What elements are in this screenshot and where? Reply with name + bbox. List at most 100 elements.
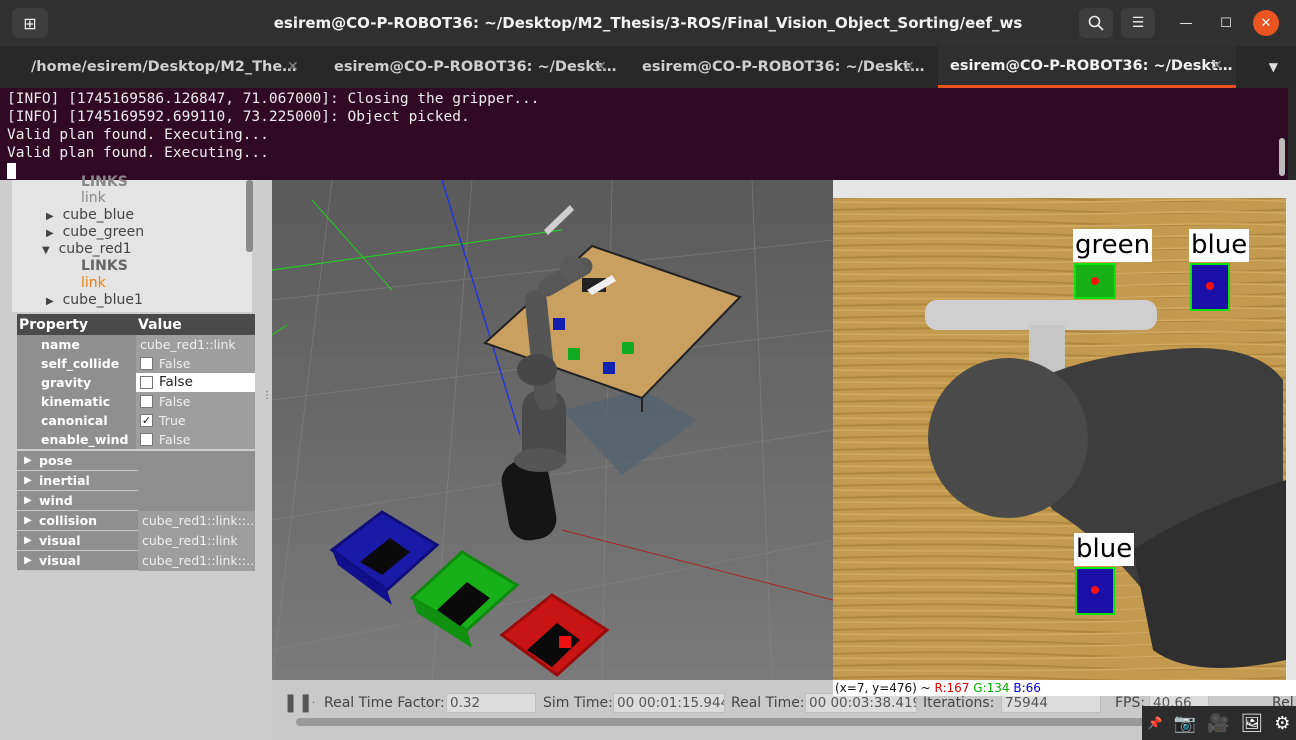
screenshot-icon[interactable]: 📷 [1174,713,1196,734]
real-time-value: 00 00:03:38.419 [805,693,917,713]
prop-row-kinematic: kinematic False [17,391,255,411]
enable-wind-checkbox[interactable] [140,432,153,446]
hamburger-icon: ☰ [1131,15,1145,31]
prop-group-wind[interactable]: ▶ wind [17,490,255,511]
prop-group-visual[interactable]: ▶ visual cube_red1::link::… [17,550,255,571]
prop-key: kinematic [17,391,136,411]
detection-label-blue: blue [1074,533,1135,566]
properties-header: Property Value [17,314,255,335]
group-key: collision [39,513,98,528]
tab-4-active[interactable]: esirem@CO-P-ROBOT36: ~/Deskt… ✕ [938,46,1236,88]
tab-close-icon[interactable]: ✕ [1211,58,1223,74]
gazebo-3d-viewport[interactable] [272,180,833,680]
prop-value-text: False [159,355,191,371]
image-icon[interactable]: 🖼 [1240,713,1263,734]
tab-label: esirem@CO-P-ROBOT36: ~/Deskt… [334,59,617,75]
property-col-header: Property [19,316,89,333]
step-dot: . [312,695,316,706]
kinematic-checkbox[interactable] [140,394,153,408]
camera-image-view[interactable]: green blue blue [833,180,1296,680]
pause-icon[interactable]: ❚❚ [283,692,313,713]
prop-value: False [136,372,255,392]
minimize-button[interactable]: — [1173,10,1199,36]
prop-key: canonical [17,410,136,430]
rtf-value: 0.32 [446,693,536,713]
group-key: visual [39,533,81,548]
terminal-line: [INFO] [1745169592.699110, 73.225000]: O… [7,109,470,125]
new-tab-button[interactable]: ⊞ [12,8,48,38]
expand-arrow-icon: ▶ [46,211,54,222]
tab-3[interactable]: esirem@CO-P-ROBOT36: ~/Deskt… ✕ [626,46,938,88]
prop-key: gravity [17,372,136,392]
settings-icon[interactable]: ⚙ [1274,713,1290,734]
real-time-label: Real Time: [731,695,805,711]
expand-arrow-icon: ▶ [24,515,32,526]
pixel-sep: ~ [916,681,935,695]
minimize-icon: — [1179,15,1193,31]
terminal-line: [INFO] [1745169586.126847, 71.067000]: C… [7,91,540,107]
prop-row-self-collide: self_collide False [17,353,255,373]
prop-value-text: False [159,431,191,447]
group-key: inertial [39,473,90,488]
prop-row-gravity: gravity False [17,372,255,392]
prop-group-pose[interactable]: ▶ pose [17,450,255,471]
tab-close-icon[interactable]: ✕ [287,59,299,75]
expand-arrow-icon: ▶ [24,495,32,506]
tree-item-links[interactable]: LINKS [81,258,128,275]
expand-arrow-icon: ▶ [24,555,32,566]
prop-value-text: False [159,373,193,390]
tab-close-icon[interactable]: ✕ [595,59,607,75]
detection-label-blue: blue [1189,229,1250,262]
video-icon[interactable]: 🎥 [1207,713,1229,734]
prop-value: ✓ True [136,410,255,430]
new-tab-icon: ⊞ [23,13,37,33]
tab-2[interactable]: esirem@CO-P-ROBOT36: ~/Deskt… ✕ [314,46,626,88]
model-tree: LINKS link ▶ cube_blue ▶ cube_green ▼ cu… [12,174,252,312]
tree-item-cube-red1[interactable]: ▼ cube_red1 [42,241,132,258]
search-button[interactable] [1079,8,1113,38]
terminal-cursor [7,163,16,179]
self-collide-checkbox[interactable] [140,356,153,370]
menu-button[interactable]: ☰ [1121,8,1155,38]
pixel-r: R:167 [934,681,970,695]
prop-row-enable-wind: enable_wind False [17,429,255,449]
pin-icon[interactable]: 📌 [1148,716,1163,730]
tab-close-icon[interactable]: ✕ [903,59,915,75]
tree-item-links[interactable]: LINKS [81,174,128,191]
prop-group-visual[interactable]: ▶ visual cube_red1::link [17,530,255,551]
prop-row-name: name cube_red1::link [17,334,255,354]
close-button[interactable]: ✕ [1253,10,1279,36]
terminal-output[interactable]: [INFO] [1745169586.126847, 71.067000]: C… [0,88,1288,180]
tree-item-link-selected[interactable]: link [81,275,106,292]
terminal-scrollbar[interactable] [1279,138,1285,176]
prop-value: False [136,353,255,373]
tree-item-cube-green[interactable]: ▶ cube_green [46,224,144,241]
tabs-dropdown-icon[interactable]: ▼ [1269,60,1278,74]
close-icon: ✕ [1260,15,1272,31]
pixel-coords: (x=7, y=476) [835,681,917,695]
rtf-label: Real Time Factor: [324,695,445,711]
prop-value: cube_red1::link [136,334,255,354]
gravity-checkbox[interactable] [140,375,153,389]
canonical-checkbox[interactable]: ✓ [140,413,153,427]
tree-item-link[interactable]: link [81,190,106,207]
tree-item-cube-blue[interactable]: ▶ cube_blue [46,207,134,224]
panel-splitter[interactable]: ⋮ [262,390,272,401]
prop-group-collision[interactable]: ▶ collision cube_red1::link::… [17,510,255,531]
tab-1[interactable]: /home/esirem/Desktop/M2_The… ✕ [0,46,314,88]
group-value: cube_red1::link::… [138,510,255,531]
group-value [138,450,255,471]
horizontal-scrollbar[interactable] [296,718,1146,726]
tree-label: cube_blue1 [62,292,143,308]
scene-render [272,180,833,680]
tree-item-cube-blue1[interactable]: ▶ cube_blue1 [46,292,143,309]
tree-label: cube_green [62,224,145,240]
maximize-button[interactable]: ☐ [1213,10,1239,36]
group-value: cube_red1::link::… [138,550,255,571]
collapse-arrow-icon: ▼ [42,245,50,256]
prop-group-inertial[interactable]: ▶ inertial [17,470,255,491]
expand-arrow-icon: ▶ [24,475,32,486]
group-value [138,490,255,511]
sim-time-label: Sim Time: [543,695,613,711]
tree-scrollbar[interactable] [246,180,253,252]
